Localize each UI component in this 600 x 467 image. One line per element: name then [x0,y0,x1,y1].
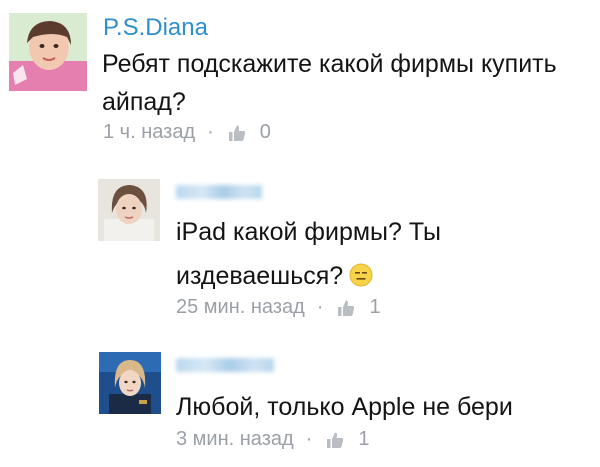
comment-timestamp[interactable]: 3 мин. назад [176,428,294,451]
thumbs-up-icon[interactable] [228,124,246,142]
comment-text: iPad какой фирмы? Ты издеваешься? [176,210,476,298]
expressionless-face-icon [349,257,373,287]
comment-author-link[interactable]: P.S.Diana [103,14,208,42]
comment-timestamp[interactable]: 25 мин. назад [176,296,305,319]
comment-text: Любой, только Apple не бери [176,393,513,421]
like-count: 0 [259,121,271,143]
like-count: 1 [369,296,381,318]
avatar[interactable] [99,352,161,414]
avatar-photo [9,13,87,91]
comment-meta: 25 мин. назад · 1 [176,296,381,319]
like-count: 1 [358,428,370,450]
author-name-redacted [176,185,262,199]
avatar[interactable] [9,13,87,91]
meta-separator: · [316,296,324,318]
meta-separator: · [305,428,313,450]
avatar-photo [98,179,160,241]
comment-meta: 1 ч. назад · 0 [103,121,271,144]
thumbs-up-icon[interactable] [326,431,344,449]
comment-text: Ребят подскажите какой фирмы купить айпа… [102,50,557,116]
author-name-redacted [176,358,274,372]
comment-text-body: iPad какой фирмы? Ты издеваешься? [176,218,441,290]
thumbs-up-icon[interactable] [337,299,355,317]
avatar-photo [99,352,161,414]
comment-meta: 3 мин. назад · 1 [176,428,369,451]
comment-timestamp[interactable]: 1 ч. назад [103,121,195,144]
meta-separator: · [207,121,214,143]
avatar[interactable] [98,179,160,241]
